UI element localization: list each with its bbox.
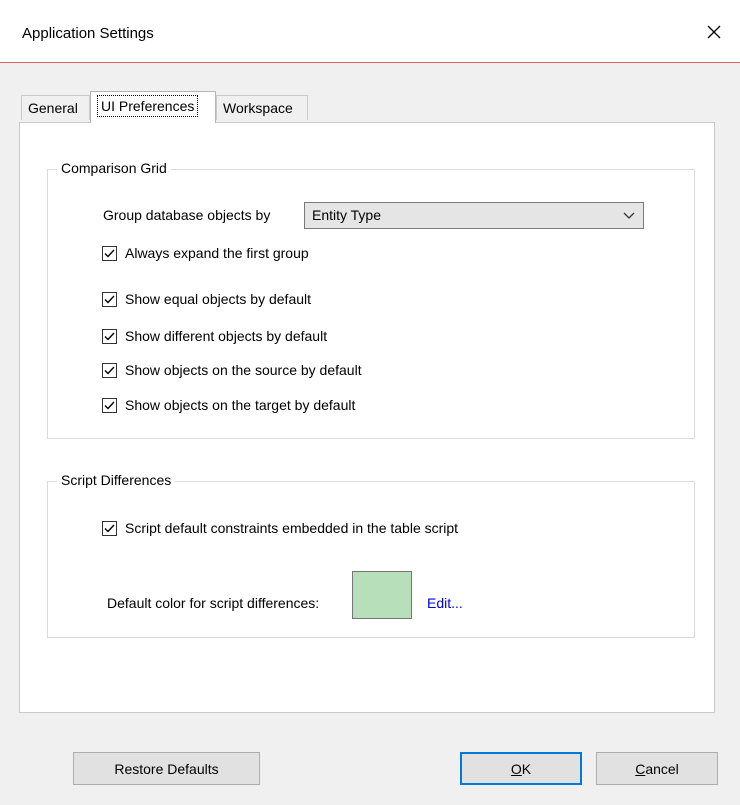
checkbox-box[interactable] <box>102 328 117 344</box>
checkmark-icon <box>104 401 115 410</box>
always-expand-checkbox[interactable]: Always expand the first group <box>102 245 309 261</box>
show-target-checkbox[interactable]: Show objects on the target by default <box>102 397 355 413</box>
chevron-down-icon <box>623 212 635 219</box>
tab-workspace-label: Workspace <box>223 100 293 116</box>
script-default-constraints-label: Script default constraints embedded in t… <box>125 520 459 536</box>
checkmark-icon <box>104 295 115 304</box>
tab-ui-preferences[interactable]: UI Preferences <box>90 91 216 123</box>
checkbox-box[interactable] <box>102 397 117 413</box>
checkmark-icon <box>104 366 115 375</box>
show-source-label: Show objects on the source by default <box>125 362 362 378</box>
comparison-grid-title: Comparison Grid <box>57 160 171 176</box>
group-by-dropdown[interactable]: Entity Type <box>304 202 644 229</box>
close-button[interactable] <box>694 14 734 50</box>
color-swatch[interactable] <box>352 571 412 619</box>
default-color-label: Default color for script differences: <box>107 595 320 611</box>
title-bar: Application Settings <box>0 0 740 63</box>
always-expand-label: Always expand the first group <box>125 245 309 261</box>
tab-ui-preferences-label: UI Preferences <box>97 95 199 117</box>
script-default-constraints-checkbox[interactable]: Script default constraints embedded in t… <box>102 520 458 536</box>
checkmark-icon <box>104 524 115 533</box>
show-equal-checkbox[interactable]: Show equal objects by default <box>102 291 311 307</box>
group-by-value: Entity Type <box>312 207 382 223</box>
cancel-button[interactable]: Cancel <box>596 752 718 785</box>
edit-color-link[interactable]: Edit... <box>427 595 463 611</box>
ok-label: OK <box>510 760 532 777</box>
tab-workspace[interactable]: Workspace <box>216 95 308 120</box>
checkmark-icon <box>104 249 115 258</box>
restore-defaults-button[interactable]: Restore Defaults <box>73 752 260 785</box>
show-target-label: Show objects on the target by default <box>125 397 356 413</box>
tab-general[interactable]: General <box>21 95 90 120</box>
show-source-checkbox[interactable]: Show objects on the source by default <box>102 362 362 378</box>
cancel-label: Cancel <box>635 760 679 777</box>
ok-button[interactable]: OK <box>460 752 582 785</box>
group-by-label: Group database objects by <box>103 207 271 223</box>
tab-general-label: General <box>28 100 78 116</box>
restore-defaults-label: Restore Defaults <box>114 760 219 777</box>
checkbox-box[interactable] <box>102 291 117 307</box>
show-equal-label: Show equal objects by default <box>125 291 312 307</box>
checkbox-box[interactable] <box>102 245 117 261</box>
checkmark-icon <box>104 332 115 341</box>
script-differences-title: Script Differences <box>57 472 176 488</box>
show-different-label: Show different objects by default <box>125 328 328 344</box>
show-different-checkbox[interactable]: Show different objects by default <box>102 328 327 344</box>
checkbox-box[interactable] <box>102 362 117 378</box>
checkbox-box[interactable] <box>102 520 117 536</box>
close-icon <box>707 25 721 39</box>
window-title: Application Settings <box>22 25 154 42</box>
